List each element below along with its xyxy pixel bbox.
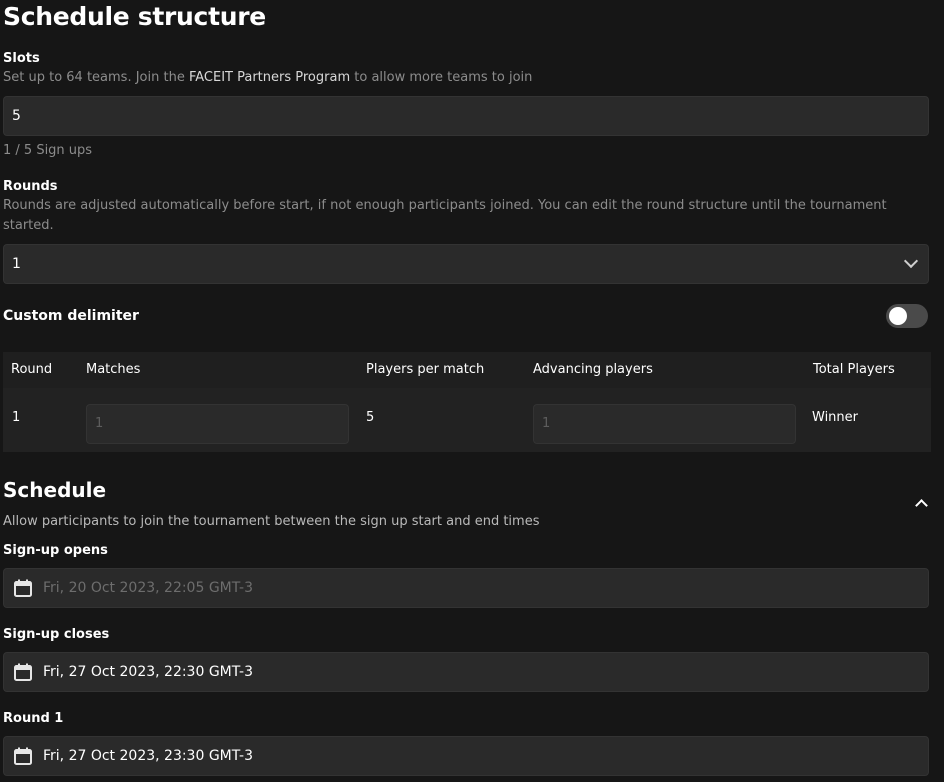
header-total-players: Total Players bbox=[813, 362, 895, 377]
calendar-icon bbox=[14, 579, 32, 597]
table-header: Round Matches Players per match Advancin… bbox=[3, 352, 931, 388]
signup-closes-value: Fri, 27 Oct 2023, 22:30 GMT-3 bbox=[43, 664, 253, 680]
rounds-select[interactable]: 1 bbox=[3, 244, 929, 284]
cell-players-per-match: 5 bbox=[366, 410, 375, 425]
signup-closes-label: Sign-up closes bbox=[3, 627, 110, 642]
cell-round: 1 bbox=[12, 410, 21, 425]
slots-help-text: Set up to 64 teams. Join the bbox=[3, 70, 189, 85]
header-matches: Matches bbox=[86, 362, 141, 377]
signups-count: 1 / 5 Sign ups bbox=[3, 143, 93, 158]
header-round: Round bbox=[11, 362, 53, 377]
signup-opens-label: Sign-up opens bbox=[3, 543, 108, 558]
matches-input[interactable]: 1 bbox=[86, 404, 349, 444]
round-1-field[interactable]: Fri, 27 Oct 2023, 23:30 GMT-3 bbox=[3, 736, 929, 776]
calendar-icon bbox=[14, 663, 32, 681]
calendar-icon bbox=[14, 747, 32, 765]
signup-opens-value: Fri, 20 Oct 2023, 22:05 GMT-3 bbox=[43, 580, 253, 596]
custom-delimiter-label: Custom delimiter bbox=[3, 308, 139, 324]
slots-input[interactable]: 5 bbox=[3, 96, 929, 136]
header-players-per-match: Players per match bbox=[366, 362, 485, 377]
rounds-help: Rounds are adjusted automatically before… bbox=[3, 198, 887, 233]
slots-help: Set up to 64 teams. Join the FACEIT Part… bbox=[3, 68, 532, 88]
signup-opens-field[interactable]: Fri, 20 Oct 2023, 22:05 GMT-3 bbox=[3, 568, 929, 608]
rounds-label: Rounds bbox=[3, 179, 58, 194]
chevron-up-icon[interactable] bbox=[915, 499, 928, 512]
toggle-knob bbox=[889, 307, 907, 325]
page-title: Schedule structure bbox=[3, 2, 266, 31]
rounds-value: 1 bbox=[12, 256, 21, 272]
slots-value: 5 bbox=[12, 108, 21, 124]
custom-delimiter-toggle[interactable] bbox=[886, 304, 928, 328]
round-1-value: Fri, 27 Oct 2023, 23:30 GMT-3 bbox=[43, 748, 253, 764]
slots-help-suffix: to allow more teams to join bbox=[350, 70, 533, 85]
header-advancing-players: Advancing players bbox=[533, 362, 653, 377]
advancing-players-input[interactable]: 1 bbox=[533, 404, 796, 444]
table-row: 1 1 5 1 Winner bbox=[3, 388, 931, 452]
tournament-settings-page: Schedule structure Slots Set up to 64 te… bbox=[0, 0, 944, 782]
chevron-down-icon bbox=[903, 253, 919, 269]
schedule-title: Schedule bbox=[3, 478, 107, 502]
rounds-table: Round Matches Players per match Advancin… bbox=[3, 352, 931, 452]
cell-total-players: Winner bbox=[812, 410, 859, 425]
schedule-help: Allow participants to join the tournamen… bbox=[3, 514, 540, 529]
partners-program-link[interactable]: FACEIT Partners Program bbox=[189, 70, 350, 85]
slots-label: Slots bbox=[3, 51, 40, 66]
round-1-label: Round 1 bbox=[3, 711, 64, 726]
signup-closes-field[interactable]: Fri, 27 Oct 2023, 22:30 GMT-3 bbox=[3, 652, 929, 692]
